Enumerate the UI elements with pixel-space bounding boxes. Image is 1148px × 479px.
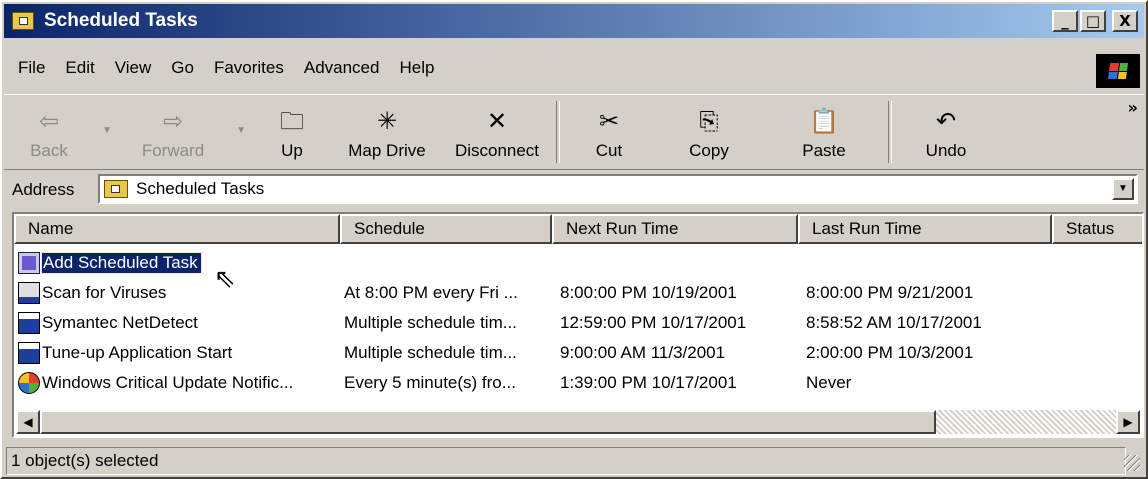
back-arrow-icon: ⇦ <box>38 107 60 135</box>
paste-button[interactable]: 📋 Paste <box>764 95 884 169</box>
copy-icon: ⎘ <box>699 107 719 135</box>
menu-edit[interactable]: Edit <box>55 58 104 78</box>
table-row[interactable]: Windows Critical Update Notific... Every… <box>18 368 1118 398</box>
scissors-icon: ✂ <box>598 107 620 135</box>
up-button[interactable]: 🗀 Up <box>252 95 332 169</box>
address-dropdown-button[interactable]: ▼ <box>1112 178 1134 200</box>
address-label: Address <box>12 180 75 199</box>
status-text: 1 object(s) selected <box>6 447 1126 475</box>
windows-update-icon <box>18 372 40 394</box>
map-drive-label: Map Drive <box>348 141 426 160</box>
disconnect-button[interactable]: ✕ Disconnect <box>442 95 552 169</box>
disconnect-icon: ✕ <box>486 107 508 135</box>
undo-button[interactable]: ↶ Undo <box>896 95 996 169</box>
table-row[interactable]: Scan for Viruses At 8:00 PM every Fri ..… <box>18 278 1118 308</box>
row-next-run: 12:59:00 PM 10/17/2001 <box>560 313 747 332</box>
row-name: Windows Critical Update Notific... <box>42 373 294 392</box>
paste-icon: 📋 <box>809 107 839 135</box>
row-name: Tune-up Application Start <box>42 343 233 362</box>
row-name: Symantec NetDetect <box>42 313 198 332</box>
row-last-run: 8:58:52 AM 10/17/2001 <box>806 313 982 332</box>
row-next-run: 9:00:00 AM 11/3/2001 <box>560 343 726 362</box>
column-header-name[interactable]: Name <box>14 214 340 244</box>
forward-arrow-icon: ⇨ <box>162 107 184 135</box>
forward-dropdown-icon[interactable]: ▼ <box>236 125 246 136</box>
cut-button[interactable]: ✂ Cut <box>564 95 654 169</box>
toolbar: ⇦ Back ▼ ⇨ Forward ▼ 🗀 Up ✳ Map Drive ✕ … <box>4 94 1144 170</box>
scheduled-task-icon <box>18 312 40 334</box>
menu-view[interactable]: View <box>105 58 162 78</box>
scheduled-tasks-folder-icon <box>12 12 34 30</box>
map-drive-button[interactable]: ✳ Map Drive <box>332 95 442 169</box>
status-bar: 1 object(s) selected <box>6 446 1146 476</box>
address-bar: Address Scheduled Tasks ▼ <box>4 174 1144 206</box>
window: Scheduled Tasks _ □ X File Edit View Go … <box>0 0 1148 479</box>
scheduled-task-icon <box>18 342 40 364</box>
disconnect-label: Disconnect <box>454 141 540 160</box>
close-button[interactable]: X <box>1112 10 1138 32</box>
row-name: Scan for Viruses <box>42 283 167 302</box>
resize-grip-icon[interactable] <box>1124 455 1140 471</box>
menu-advanced[interactable]: Advanced <box>294 58 390 78</box>
scrollbar-thumb[interactable] <box>40 410 936 434</box>
minimize-button[interactable]: _ <box>1052 10 1078 32</box>
window-title: Scheduled Tasks <box>44 10 198 31</box>
table-row[interactable]: Add Scheduled Task <box>18 248 1118 278</box>
copy-label: Copy <box>689 141 729 160</box>
add-task-icon <box>18 252 40 274</box>
scheduled-task-icon <box>18 282 40 304</box>
row-last-run: Never <box>806 373 852 392</box>
undo-icon: ↶ <box>935 107 957 135</box>
paste-label: Paste <box>802 141 846 160</box>
row-last-run: 2:00:00 PM 10/3/2001 <box>806 343 974 362</box>
column-header-last-run-time[interactable]: Last Run Time <box>798 214 1052 244</box>
forward-label: Forward <box>141 141 205 160</box>
table-row[interactable]: Tune-up Application Start Multiple sched… <box>18 338 1118 368</box>
title-bar[interactable]: Scheduled Tasks _ □ X <box>4 4 1144 38</box>
table-row[interactable]: Symantec NetDetect Multiple schedule tim… <box>18 308 1118 338</box>
horizontal-scrollbar[interactable]: ◀ ▶ <box>16 410 1140 434</box>
scrollbar-track[interactable] <box>936 410 1116 434</box>
task-list: Name Schedule Next Run Time Last Run Tim… <box>12 212 1144 438</box>
toolbar-separator <box>556 101 560 163</box>
address-value: Scheduled Tasks <box>136 179 265 198</box>
toolbar-separator <box>888 101 892 163</box>
maximize-button[interactable]: □ <box>1080 10 1106 32</box>
row-name: Add Scheduled Task <box>41 252 202 274</box>
column-header-status[interactable]: Status <box>1052 214 1142 244</box>
menu-favorites[interactable]: Favorites <box>204 58 294 78</box>
copy-button[interactable]: ⎘ Copy <box>654 95 764 169</box>
menu-file[interactable]: File <box>4 58 55 78</box>
back-dropdown-icon[interactable]: ▼ <box>102 125 112 136</box>
scroll-left-button[interactable]: ◀ <box>16 410 40 434</box>
toolbar-overflow-chevron[interactable]: » <box>1128 98 1138 117</box>
forward-button[interactable]: ⇨ Forward ▼ <box>118 95 246 169</box>
mouse-pointer-icon: ⇖ <box>214 264 236 294</box>
scroll-right-button[interactable]: ▶ <box>1116 410 1140 434</box>
row-next-run: 8:00:00 PM 10/19/2001 <box>560 283 737 302</box>
map-drive-icon: ✳ <box>376 107 398 135</box>
windows-logo-icon <box>1096 54 1140 88</box>
menu-go[interactable]: Go <box>161 58 204 78</box>
up-label: Up <box>281 141 303 160</box>
back-button[interactable]: ⇦ Back ▼ <box>4 95 112 169</box>
up-folder-icon: 🗀 <box>280 107 304 135</box>
column-header-next-run-time[interactable]: Next Run Time <box>552 214 798 244</box>
row-schedule: At 8:00 PM every Fri ... <box>344 283 518 302</box>
row-last-run: 8:00:00 PM 9/21/2001 <box>806 283 974 302</box>
menu-help[interactable]: Help <box>389 58 444 78</box>
column-header-schedule[interactable]: Schedule <box>340 214 552 244</box>
back-label: Back <box>30 141 68 160</box>
row-next-run: 1:39:00 PM 10/17/2001 <box>560 373 737 392</box>
row-schedule: Multiple schedule tim... <box>344 343 517 362</box>
scheduled-tasks-folder-icon <box>104 180 128 198</box>
address-field[interactable]: Scheduled Tasks ▼ <box>98 174 1138 204</box>
cut-label: Cut <box>595 141 623 160</box>
row-schedule: Multiple schedule tim... <box>344 313 517 332</box>
menu-bar: File Edit View Go Favorites Advanced Hel… <box>4 50 1144 86</box>
row-schedule: Every 5 minute(s) fro... <box>344 373 516 392</box>
undo-label: Undo <box>925 141 967 160</box>
